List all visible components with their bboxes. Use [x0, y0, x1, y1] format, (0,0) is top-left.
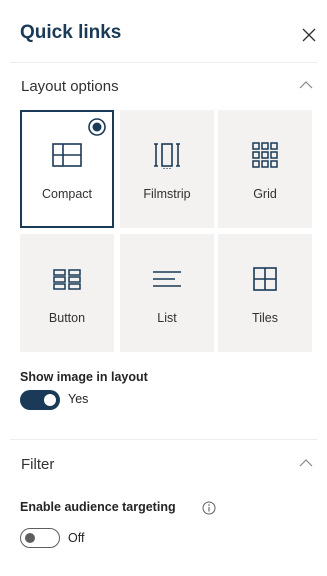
layout-tile-tiles[interactable]: Tiles: [218, 234, 312, 352]
toggle-knob: [44, 394, 56, 406]
filmstrip-layout-icon: [154, 143, 180, 169]
audience-targeting-state: Off: [68, 531, 85, 545]
show-image-label: Show image in layout: [20, 370, 148, 384]
layout-options-title: Layout options: [21, 78, 119, 95]
chevron-up-icon[interactable]: [299, 80, 313, 90]
tile-label: Button: [48, 311, 86, 325]
tile-label: List: [157, 311, 177, 325]
panel-header: Quick links: [0, 0, 327, 62]
tile-label: Grid: [253, 187, 277, 201]
toggle-knob: [25, 533, 35, 543]
layout-tile-grid[interactable]: Grid: [218, 110, 312, 228]
audience-targeting-label: Enable audience targeting: [20, 500, 176, 514]
selected-radio-icon: [88, 118, 106, 136]
audience-targeting-toggle[interactable]: [20, 528, 60, 548]
list-layout-icon: [153, 271, 181, 287]
grid-layout-icon: [252, 142, 278, 168]
chevron-up-icon[interactable]: [299, 458, 313, 468]
layout-tile-button[interactable]: Button: [20, 234, 114, 352]
tile-label: Tiles: [252, 311, 278, 325]
layout-tile-compact[interactable]: Compact: [20, 110, 114, 228]
divider: [10, 439, 317, 440]
filter-header[interactable]: Filter: [0, 446, 327, 482]
layout-options-header[interactable]: Layout options: [0, 68, 327, 104]
divider: [10, 62, 317, 63]
button-layout-icon: [53, 269, 81, 290]
panel-title: Quick links: [20, 22, 122, 43]
layout-tile-list[interactable]: List: [120, 234, 214, 352]
tiles-layout-icon: [253, 267, 277, 291]
filter-title: Filter: [21, 456, 55, 473]
compact-layout-icon: [52, 143, 82, 167]
close-icon[interactable]: [300, 26, 318, 44]
tile-label: Filmstrip: [143, 187, 191, 201]
info-icon[interactable]: [202, 501, 216, 515]
tile-label: Compact: [41, 187, 93, 201]
show-image-toggle[interactable]: [20, 390, 60, 410]
show-image-state: Yes: [68, 392, 89, 406]
layout-tile-filmstrip[interactable]: Filmstrip: [120, 110, 214, 228]
